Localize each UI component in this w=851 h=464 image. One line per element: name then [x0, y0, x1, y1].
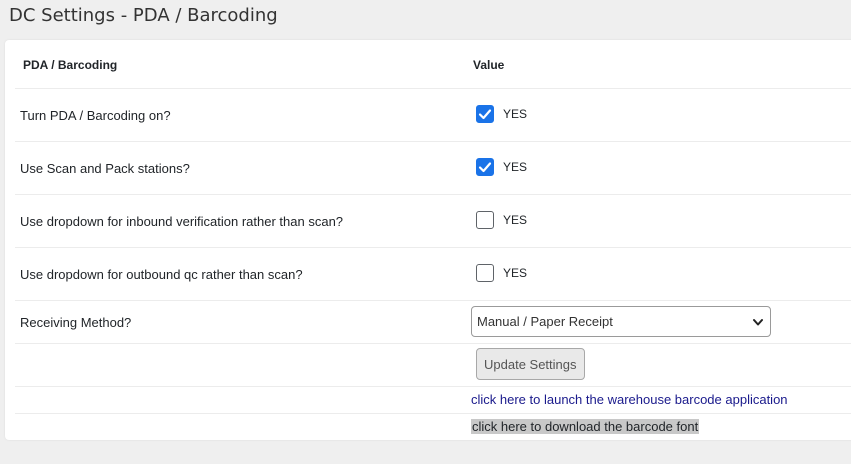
checkbox-label: YES	[503, 107, 528, 121]
page-title: DC Settings - PDA / Barcoding	[9, 5, 278, 26]
table-row: Turn PDA / Barcoding on? YES	[15, 89, 851, 142]
receiving-method-label: Receiving Method?	[20, 315, 132, 330]
table-row: Update Settings	[15, 344, 851, 387]
launch-barcode-app-link[interactable]: click here to launch the warehouse barco…	[471, 392, 788, 407]
checkbox-label: YES	[503, 160, 528, 174]
setting-label: Use dropdown for outbound qc rather than…	[20, 267, 303, 282]
scan-pack-checkbox[interactable]	[476, 158, 494, 176]
setting-value: Update Settings	[476, 348, 585, 380]
table-row: Receiving Method? Manual / Paper Receipt	[15, 301, 851, 344]
select-value: Manual / Paper Receipt	[477, 314, 613, 329]
table-row: Use Scan and Pack stations? YES	[15, 142, 851, 195]
checkmark-icon	[478, 162, 492, 173]
checkbox-label: YES	[503, 266, 528, 280]
header-value: Value	[473, 58, 505, 72]
receiving-method-select[interactable]: Manual / Paper Receipt	[471, 306, 771, 337]
header-setting: PDA / Barcoding	[23, 58, 118, 72]
setting-value: Manual / Paper Receipt	[471, 306, 771, 337]
setting-label: Turn PDA / Barcoding on?	[20, 108, 171, 123]
setting-value: click here to launch the warehouse barco…	[471, 392, 788, 407]
inbound-dropdown-checkbox[interactable]	[476, 211, 494, 229]
checkmark-icon	[478, 109, 492, 120]
checkbox-label: YES	[503, 213, 528, 227]
update-settings-button[interactable]: Update Settings	[476, 348, 585, 380]
table-row: click here to launch the warehouse barco…	[15, 387, 851, 414]
table-row: Use dropdown for outbound qc rather than…	[15, 248, 851, 301]
setting-value: YES	[476, 158, 527, 176]
setting-value: YES	[476, 105, 527, 123]
table-row: click here to download the barcode font	[15, 414, 851, 440]
table-row: Use dropdown for inbound verification ra…	[15, 195, 851, 248]
settings-panel: PDA / Barcoding Value Turn PDA / Barcodi…	[5, 40, 851, 440]
setting-value: click here to download the barcode font	[471, 419, 700, 434]
setting-value: YES	[476, 264, 527, 282]
download-barcode-font-link[interactable]: click here to download the barcode font	[471, 419, 700, 434]
table-header: PDA / Barcoding Value	[15, 40, 851, 89]
chevron-down-icon	[753, 318, 763, 325]
outbound-dropdown-checkbox[interactable]	[476, 264, 494, 282]
setting-label: Use Scan and Pack stations?	[20, 161, 190, 176]
setting-label: Use dropdown for inbound verification ra…	[20, 214, 344, 229]
pda-barcoding-checkbox[interactable]	[476, 105, 494, 123]
setting-value: YES	[476, 211, 527, 229]
